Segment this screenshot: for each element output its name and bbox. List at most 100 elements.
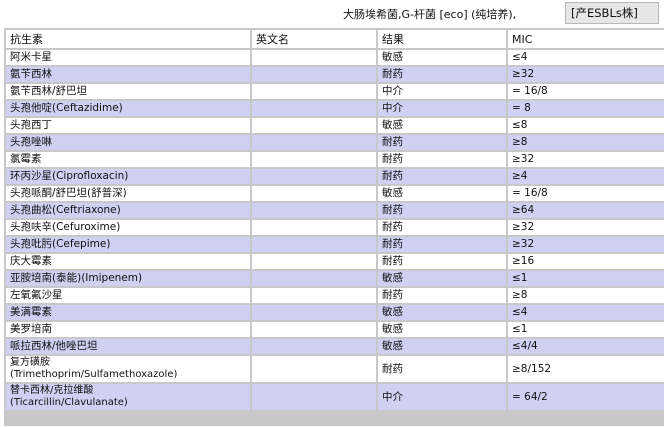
drug-name-cell: 阿米卡星	[6, 50, 250, 65]
result-cell: 耐药	[378, 288, 506, 303]
table-row[interactable]: 头孢呋辛(Cefuroxime) 耐药 ≥32	[6, 220, 664, 235]
column-header-mic[interactable]: MIC	[508, 30, 664, 48]
mic-cell: ≥32	[508, 220, 664, 235]
mic-cell: ≥4	[508, 169, 664, 184]
english-name-cell	[252, 322, 376, 337]
result-cell: 敏感	[378, 118, 506, 133]
result-cell: 耐药	[378, 67, 506, 82]
mic-cell: ≤1	[508, 322, 664, 337]
column-header-result[interactable]: 结果	[378, 30, 506, 48]
esbl-tag: [产ESBLs株]	[565, 2, 659, 24]
english-name-cell	[252, 339, 376, 354]
result-cell: 耐药	[378, 152, 506, 167]
english-name-cell	[252, 271, 376, 286]
mic-cell: ≥64	[508, 203, 664, 218]
table-row[interactable]: 左氧氟沙星 耐药 ≥8	[6, 288, 664, 303]
mic-cell: ≤1	[508, 271, 664, 286]
english-name-cell	[252, 135, 376, 150]
drug-name-cell: 头孢哌酮/舒巴坦(舒普深)	[6, 186, 250, 201]
report-header: 大肠埃希菌,G-杆菌 [eco] (纯培养), [产ESBLs株]	[0, 0, 667, 28]
result-cell: 敏感	[378, 186, 506, 201]
english-name-cell	[252, 169, 376, 184]
drug-name-cell: 氨苄西林/舒巴坦	[6, 84, 250, 99]
table-row[interactable]: 替卡西林/克拉维酸 (Ticarcillin/Clavulanate) 中介 = 64…	[6, 384, 664, 410]
table-row[interactable]: 庆大霉素 耐药 ≥16	[6, 254, 664, 269]
result-cell: 敏感	[378, 339, 506, 354]
table-row[interactable]: 亚胺培南(泰能)(Imipenem) 敏感 ≤1	[6, 271, 664, 286]
mic-cell: ≥32	[508, 67, 664, 82]
english-name-cell	[252, 384, 376, 410]
english-name-cell	[252, 356, 376, 382]
english-name-cell	[252, 67, 376, 82]
drug-name-cell: 头孢西丁	[6, 118, 250, 133]
result-cell: 耐药	[378, 135, 506, 150]
drug-name-cell: 氯霉素	[6, 152, 250, 167]
table-row[interactable]: 头孢吡肟(Cefepime) 耐药 ≥32	[6, 237, 664, 252]
mic-cell: ≥8/152	[508, 356, 664, 382]
drug-name-cell: 替卡西林/克拉维酸 (Ticarcillin/Clavulanate)	[6, 384, 250, 410]
drug-name-cell: 美罗培南	[6, 322, 250, 337]
result-cell: 耐药	[378, 356, 506, 382]
mic-cell: ≥8	[508, 288, 664, 303]
english-name-cell	[252, 50, 376, 65]
english-name-cell	[252, 101, 376, 116]
table-row[interactable]: 美满霉素 敏感 ≤4	[6, 305, 664, 320]
result-cell: 耐药	[378, 220, 506, 235]
drug-name-cell: 头孢曲松(Ceftriaxone)	[6, 203, 250, 218]
column-header-antibiotic[interactable]: 抗生素	[6, 30, 250, 48]
table-row[interactable]: 复方磺胺 (Trimethoprim/Sulfamethoxazole) 耐药 ≥8/…	[6, 356, 664, 382]
result-cell: 耐药	[378, 169, 506, 184]
drug-name-cell: 环丙沙星(Ciprofloxacin)	[6, 169, 250, 184]
english-name-cell	[252, 118, 376, 133]
drug-name-cell: 头孢呋辛(Cefuroxime)	[6, 220, 250, 235]
table-row[interactable]: 氯霉素 耐药 ≥32	[6, 152, 664, 167]
mic-cell: ≤8	[508, 118, 664, 133]
mic-cell: = 16/8	[508, 84, 664, 99]
column-header-english-name[interactable]: 英文名	[252, 30, 376, 48]
table-row[interactable]: 头孢哌酮/舒巴坦(舒普深) 敏感 = 16/8	[6, 186, 664, 201]
result-cell: 耐药	[378, 254, 506, 269]
table-row[interactable]: 头孢曲松(Ceftriaxone) 耐药 ≥64	[6, 203, 664, 218]
drug-name-cell: 头孢吡肟(Cefepime)	[6, 237, 250, 252]
english-name-cell	[252, 305, 376, 320]
english-name-cell	[252, 186, 376, 201]
english-name-cell	[252, 220, 376, 235]
table-row[interactable]: 头孢唑啉 耐药 ≥8	[6, 135, 664, 150]
result-cell: 耐药	[378, 203, 506, 218]
drug-name-cell: 头孢他啶(Ceftazidime)	[6, 101, 250, 116]
mic-cell: ≥32	[508, 152, 664, 167]
english-name-cell	[252, 84, 376, 99]
susceptibility-table-container: 抗生素 英文名 结果 MIC 阿米卡星 敏感 ≤4 氨苄西林 耐药 ≥32 氨苄西林/舒巴坦…	[4, 28, 664, 426]
table-row[interactable]: 氨苄西林 耐药 ≥32	[6, 67, 664, 82]
mic-cell: ≥32	[508, 237, 664, 252]
table-header-row: 抗生素 英文名 结果 MIC	[6, 30, 664, 48]
table-row[interactable]: 阿米卡星 敏感 ≤4	[6, 50, 664, 65]
mic-cell: ≥8	[508, 135, 664, 150]
result-cell: 耐药	[378, 237, 506, 252]
table-row[interactable]: 头孢他啶(Ceftazidime) 中介 = 8	[6, 101, 664, 116]
english-name-cell	[252, 152, 376, 167]
drug-name-cell: 复方磺胺 (Trimethoprim/Sulfamethoxazole)	[6, 356, 250, 382]
result-cell: 敏感	[378, 271, 506, 286]
organism-label: 大肠埃希菌,G-杆菌 [eco] (纯培养),	[343, 8, 517, 21]
drug-name-cell: 哌拉西林/他唑巴坦	[6, 339, 250, 354]
result-cell: 中介	[378, 101, 506, 116]
drug-name-cell: 氨苄西林	[6, 67, 250, 82]
drug-name-cell: 亚胺培南(泰能)(Imipenem)	[6, 271, 250, 286]
drug-name-cell: 左氧氟沙星	[6, 288, 250, 303]
english-name-cell	[252, 203, 376, 218]
mic-cell: = 64/2	[508, 384, 664, 410]
mic-cell: ≥16	[508, 254, 664, 269]
mic-cell: ≤4	[508, 50, 664, 65]
mic-cell: = 8	[508, 101, 664, 116]
result-cell: 敏感	[378, 50, 506, 65]
table-row[interactable]: 头孢西丁 敏感 ≤8	[6, 118, 664, 133]
english-name-cell	[252, 288, 376, 303]
mic-cell: ≤4/4	[508, 339, 664, 354]
result-cell: 敏感	[378, 305, 506, 320]
table-row[interactable]: 环丙沙星(Ciprofloxacin) 耐药 ≥4	[6, 169, 664, 184]
table-row[interactable]: 哌拉西林/他唑巴坦 敏感 ≤4/4	[6, 339, 664, 354]
table-row[interactable]: 美罗培南 敏感 ≤1	[6, 322, 664, 337]
table-row[interactable]: 氨苄西林/舒巴坦 中介 = 16/8	[6, 84, 664, 99]
drug-name-cell: 头孢唑啉	[6, 135, 250, 150]
